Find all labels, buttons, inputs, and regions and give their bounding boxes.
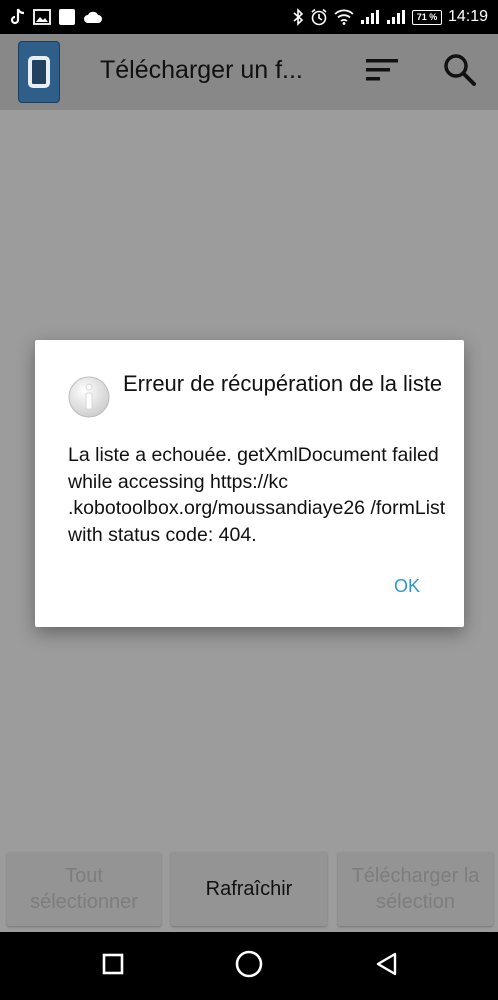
app-logo-mark [28, 56, 50, 88]
status-bar: 71 % 14:19 [0, 0, 498, 34]
info-icon [67, 375, 111, 419]
battery-indicator: 71 % [411, 9, 442, 25]
error-dialog: Erreur de récupération de la liste La li… [35, 340, 464, 627]
dialog-title: Erreur de récupération de la liste [123, 371, 443, 396]
signal-icon [360, 9, 380, 25]
back-button[interactable] [367, 946, 407, 986]
signal-icon [386, 9, 406, 25]
home-icon [234, 949, 264, 984]
app-logo [18, 41, 60, 103]
page-title: Télécharger un f... [100, 56, 303, 84]
square-notification-icon [58, 8, 76, 26]
refresh-button[interactable]: Rafraîchir [171, 852, 327, 926]
clock: 14:19 [447, 8, 488, 25]
tiktok-icon [10, 8, 26, 26]
navigation-bar [0, 932, 498, 1000]
refresh-label: Rafraîchir [205, 878, 293, 900]
wifi-icon [334, 9, 354, 25]
sort-button[interactable] [362, 52, 402, 92]
status-right-icons: 71 % 14:19 [292, 8, 498, 26]
home-button[interactable] [229, 946, 269, 986]
search-button[interactable] [440, 52, 480, 92]
app-bar: Télécharger un f... [0, 34, 498, 110]
recents-button[interactable] [93, 946, 133, 986]
dialog-message: La liste a echouée. getXmlDocument faile… [68, 444, 446, 546]
status-left-icons [0, 8, 103, 26]
download-selection-label: Télécharger la sélection [351, 865, 480, 913]
bluetooth-icon [292, 8, 304, 26]
sort-icon [364, 56, 400, 89]
select-all-label: Tout sélectionner [30, 865, 138, 913]
select-all-button[interactable]: Tout sélectionner [7, 852, 161, 926]
ok-button[interactable]: OK [394, 576, 420, 597]
alarm-icon [310, 8, 328, 26]
cloud-icon [83, 10, 103, 24]
search-icon [443, 53, 477, 92]
recents-icon [101, 952, 125, 981]
download-selection-button[interactable]: Télécharger la sélection [338, 852, 493, 926]
back-icon [374, 951, 400, 982]
image-icon [33, 9, 51, 25]
